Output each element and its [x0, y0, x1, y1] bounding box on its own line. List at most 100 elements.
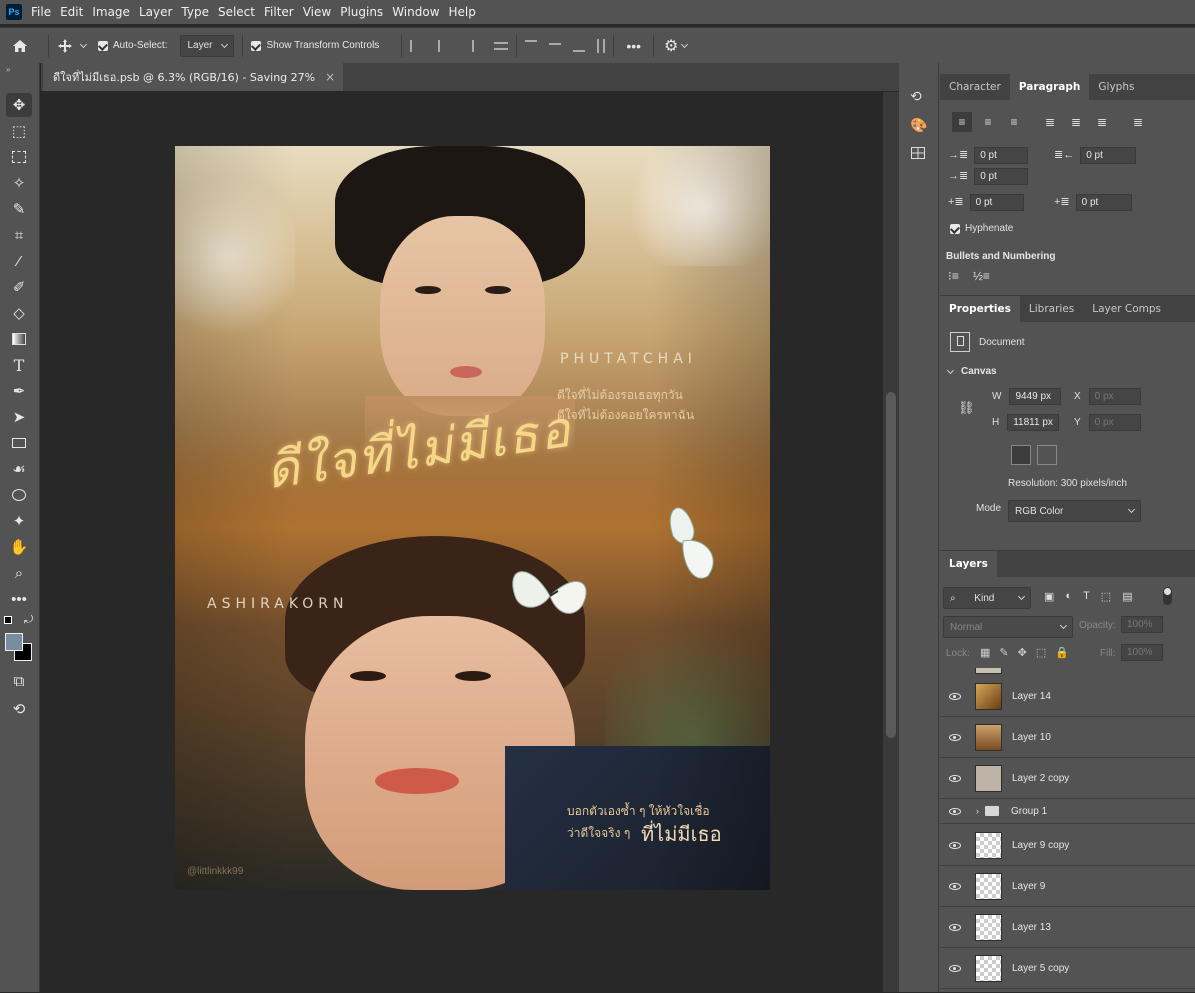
bullet-list-icon[interactable]: ⁝≡	[948, 269, 959, 283]
scrollbar-thumb[interactable]	[886, 392, 896, 738]
chevron-right-icon[interactable]: ›	[976, 806, 979, 816]
portrait-orientation-icon[interactable]	[1011, 445, 1031, 465]
menu-help[interactable]: Help	[449, 5, 484, 19]
artboard-tool-icon[interactable]: ⬚	[6, 119, 32, 143]
menu-window[interactable]: Window	[392, 5, 447, 19]
layer-row[interactable]: Layer 10	[940, 717, 1195, 758]
crop-tool-icon[interactable]: ⌗	[6, 223, 32, 247]
zoom-tool-icon[interactable]: ⌕	[6, 561, 32, 585]
layer-row[interactable]: Layer 2 copy	[940, 758, 1195, 799]
blend-mode-dropdown[interactable]: Normal	[943, 616, 1073, 638]
gradient-tool-icon[interactable]	[6, 327, 32, 351]
menu-plugins[interactable]: Plugins	[340, 5, 391, 19]
object-select-tool-icon[interactable]: ✧	[6, 171, 32, 195]
numbered-list-icon[interactable]: ½≡	[973, 269, 990, 283]
lock-transparent-icon[interactable]: ▦	[980, 646, 990, 659]
menu-file[interactable]: File	[31, 5, 59, 19]
grid-icon[interactable]	[911, 147, 925, 159]
document-canvas[interactable]: PHUTATCHAI ดีใจที่ไม่ต้องรอเธอทุกวัน ดีใ…	[175, 146, 770, 890]
collapse-toolbar-icon[interactable]: »	[6, 65, 10, 74]
menu-view[interactable]: View	[303, 5, 339, 19]
menu-type[interactable]: Type	[181, 5, 217, 19]
distribute-icon[interactable]	[494, 41, 509, 50]
show-transform-checkbox[interactable]: Show Transform Controls	[251, 40, 379, 51]
distribute-v-icon[interactable]	[597, 38, 606, 53]
canvas-scrollbar[interactable]	[883, 92, 899, 992]
justify-last-left-icon[interactable]: ≣	[1040, 112, 1060, 132]
menu-edit[interactable]: Edit	[60, 5, 91, 19]
layer-group-row[interactable]: › Group 1	[940, 799, 1195, 824]
align-bottom-icon[interactable]	[573, 40, 586, 52]
color-palette-icon[interactable]: 🎨	[910, 117, 927, 134]
history-icon[interactable]: ⟲	[910, 88, 922, 105]
visibility-eye-icon[interactable]	[940, 774, 970, 782]
align-left-icon[interactable]	[410, 39, 422, 52]
quick-select-tool-icon[interactable]: ✎	[6, 197, 32, 221]
layer-filter-dropdown[interactable]: ⌕ Kind	[943, 587, 1031, 609]
hyphenate-checkbox[interactable]: Hyphenate	[950, 223, 1013, 234]
lock-artboard-icon[interactable]: ⬚	[1036, 646, 1046, 659]
link-icon[interactable]: ⛓	[958, 400, 975, 416]
screen-mode-icon[interactable]: ⟲	[6, 697, 32, 721]
smart-object-filter-icon[interactable]: ▤	[1122, 590, 1132, 603]
align-right-icon[interactable]	[462, 39, 475, 52]
more-options-icon[interactable]: •••	[626, 38, 641, 54]
auto-select-checkbox[interactable]: Auto-Select:	[98, 40, 167, 51]
type-tool-icon[interactable]: T	[6, 353, 32, 377]
width-input[interactable]: 9449 px	[1009, 388, 1062, 405]
align-left-text-icon[interactable]: ≡	[952, 112, 972, 132]
pixel-filter-icon[interactable]: ▣	[1044, 590, 1054, 603]
menu-image[interactable]: Image	[92, 5, 138, 19]
layer-row[interactable]: Layer 5 copy	[940, 948, 1195, 989]
eraser-tool-icon[interactable]: ◇	[6, 301, 32, 325]
menu-select[interactable]: Select	[218, 5, 263, 19]
indent-first-input[interactable]: 0 pt	[974, 168, 1029, 185]
justify-last-right-icon[interactable]: ≣	[1092, 112, 1112, 132]
pin-tool-icon[interactable]: ✦	[6, 509, 32, 533]
swap-colors-icon[interactable]: ⤾	[24, 614, 33, 627]
visibility-eye-icon[interactable]	[940, 733, 970, 741]
align-center-h-icon[interactable]	[438, 39, 450, 52]
shape-filter-icon[interactable]: ⬚	[1101, 590, 1111, 603]
move-tool-preset-icon[interactable]	[57, 38, 88, 54]
visibility-eye-icon[interactable]	[940, 807, 970, 815]
align-top-icon[interactable]	[525, 39, 538, 52]
canvas-section-header[interactable]: Canvas	[946, 366, 997, 377]
indent-right-input[interactable]: 0 pt	[1080, 147, 1137, 164]
filter-toggle[interactable]	[1163, 587, 1172, 605]
align-center-text-icon[interactable]: ≡	[978, 112, 998, 132]
tab-layer-comps[interactable]: Layer Comps	[1083, 296, 1170, 322]
rectangle-tool-icon[interactable]	[6, 431, 32, 455]
indent-left-input[interactable]: 0 pt	[974, 147, 1029, 164]
pen-tool-icon[interactable]: ✒	[6, 379, 32, 403]
gear-icon[interactable]: ⚙	[664, 36, 678, 56]
brush-tool-icon[interactable]: ✐	[6, 275, 32, 299]
tab-character[interactable]: Character	[940, 74, 1010, 100]
hand-tool-icon[interactable]: ✋	[6, 535, 32, 559]
tab-layers[interactable]: Layers	[940, 551, 997, 577]
lock-pixels-icon[interactable]: ✎	[999, 646, 1008, 659]
tab-paragraph[interactable]: Paragraph	[1009, 74, 1090, 100]
lock-all-icon[interactable]: 🔒	[1055, 646, 1069, 659]
align-right-text-icon[interactable]: ≡	[1004, 112, 1024, 132]
x-input[interactable]: 0 px	[1088, 388, 1141, 405]
justify-all-icon[interactable]: ≣	[1128, 112, 1148, 132]
tab-glyphs[interactable]: Glyphs	[1089, 74, 1143, 100]
auto-select-dropdown[interactable]: Layer	[180, 34, 235, 57]
path-select-tool-icon[interactable]: ➤	[6, 405, 32, 429]
layer-row[interactable]: Layer 9	[940, 866, 1195, 907]
document-tab[interactable]: ดีใจที่ไม่มีเธอ.psb @ 6.3% (RGB/16) - Sa…	[43, 63, 344, 91]
space-after-input[interactable]: 0 pt	[1075, 194, 1132, 211]
smudge-tool-icon[interactable]: ☙	[6, 457, 32, 481]
visibility-eye-icon[interactable]	[940, 923, 970, 931]
tab-properties[interactable]: Properties	[940, 296, 1020, 322]
height-input[interactable]: 11811 px	[1007, 414, 1060, 431]
move-tool-icon[interactable]: ✥	[6, 93, 32, 117]
tab-libraries[interactable]: Libraries	[1020, 296, 1083, 322]
justify-last-center-icon[interactable]: ≣	[1066, 112, 1086, 132]
ellipse-tool-icon[interactable]	[6, 483, 32, 507]
mode-dropdown[interactable]: RGB Color	[1008, 500, 1141, 522]
adjustment-filter-icon[interactable]: ◐	[1065, 590, 1072, 603]
visibility-eye-icon[interactable]	[940, 692, 970, 700]
space-before-input[interactable]: 0 pt	[969, 194, 1024, 211]
